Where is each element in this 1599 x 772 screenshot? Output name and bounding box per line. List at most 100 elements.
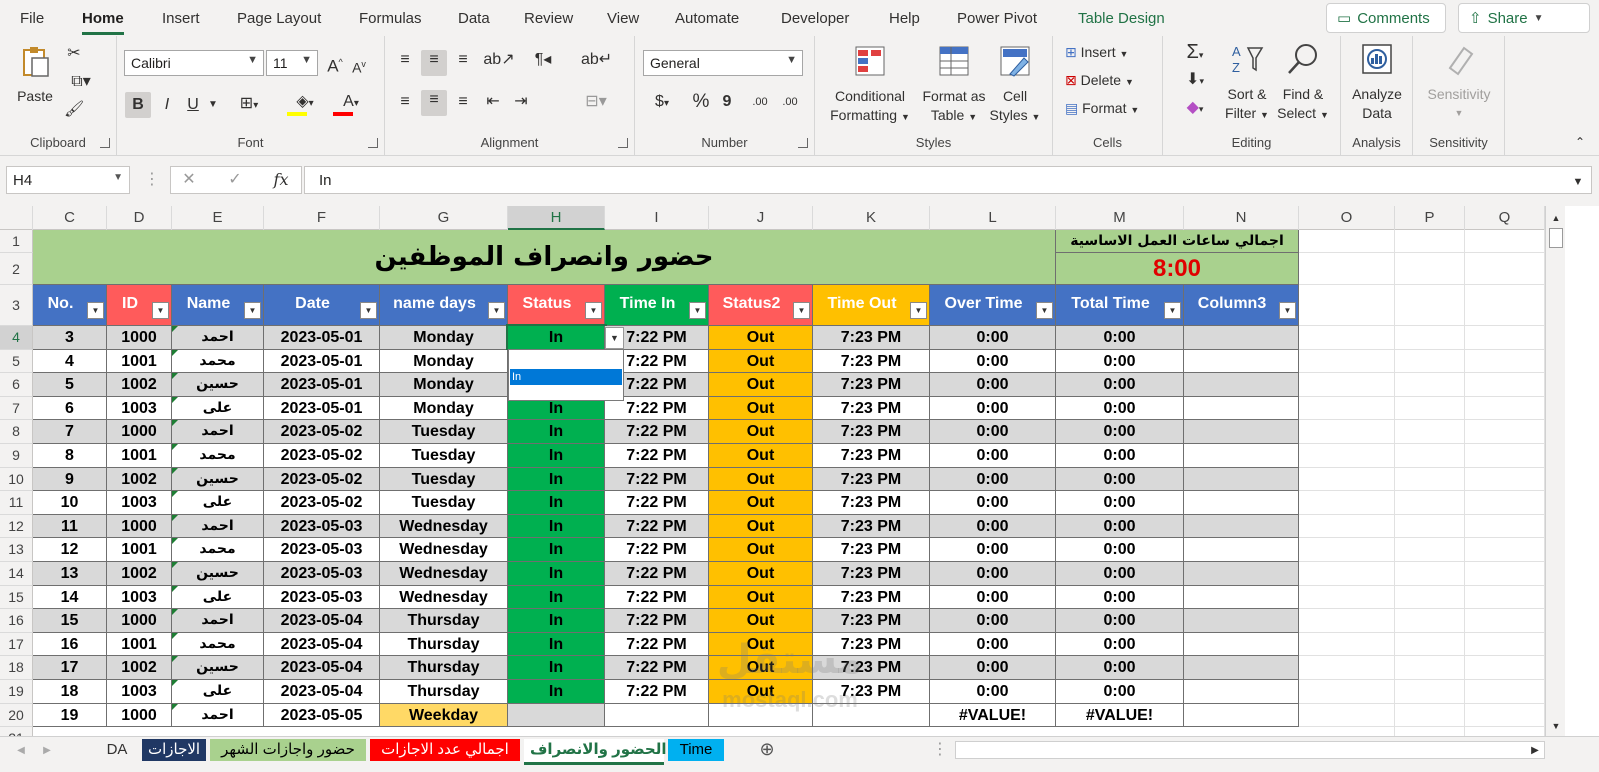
scroll-up-icon[interactable]: ▲: [1549, 208, 1563, 228]
align-right-icon[interactable]: ≡: [451, 92, 475, 112]
enter-icon[interactable]: ✓: [225, 170, 245, 190]
empty-cell[interactable]: [1465, 491, 1545, 515]
row-header-15[interactable]: 15: [0, 585, 33, 610]
cell-total-time[interactable]: 0:00: [1056, 396, 1184, 421]
ribbon-tab-file[interactable]: File: [20, 10, 44, 27]
filter-dropdown-button[interactable]: ▼: [1164, 302, 1181, 319]
ribbon-tab-developer[interactable]: Developer: [781, 10, 849, 27]
cell-status[interactable]: In: [508, 585, 605, 610]
cell-day-name[interactable]: Monday: [380, 373, 508, 397]
cell-column3[interactable]: [1184, 491, 1299, 515]
cell-no[interactable]: 10: [33, 491, 107, 515]
cell-total-time[interactable]: 0:00: [1056, 420, 1184, 444]
cell-date[interactable]: 2023-05-02: [264, 467, 380, 492]
cancel-icon[interactable]: ✕: [179, 170, 199, 190]
merge-center-icon[interactable]: ⊟▾: [581, 92, 611, 112]
cell-total-time[interactable]: 0:00: [1056, 467, 1184, 492]
underline-button[interactable]: U: [183, 95, 203, 115]
cell-over-time[interactable]: 0:00: [930, 562, 1056, 586]
cell-id[interactable]: 1003: [107, 396, 172, 421]
currency-icon[interactable]: $▾: [645, 92, 679, 114]
empty-cell[interactable]: [1465, 632, 1545, 657]
ribbon-tab-automate[interactable]: Automate: [675, 10, 739, 27]
empty-cell[interactable]: [1395, 253, 1465, 285]
column-header-k[interactable]: K: [813, 206, 930, 230]
cell-status[interactable]: In: [508, 514, 605, 539]
row-header-12[interactable]: 12: [0, 514, 33, 539]
cell-total-time[interactable]: 0:00: [1056, 538, 1184, 562]
cell-column3[interactable]: [1184, 703, 1299, 728]
cell-time-out[interactable]: 7:23 PM: [813, 514, 930, 539]
cell-status[interactable]: In: [508, 680, 605, 704]
cell-time-out[interactable]: 7:23 PM: [813, 420, 930, 444]
cell-id[interactable]: 1002: [107, 562, 172, 586]
cell-time-out[interactable]: [813, 703, 930, 728]
cell-name[interactable]: حسين: [172, 467, 264, 492]
cell-total-time[interactable]: 0:00: [1056, 585, 1184, 610]
cell-date[interactable]: 2023-05-04: [264, 609, 380, 633]
cell-status[interactable]: In: [508, 609, 605, 633]
name-box[interactable]: H4 ▼: [6, 166, 130, 194]
cell-name[interactable]: على: [172, 396, 264, 421]
cell-time-in[interactable]: 7:22 PM: [605, 680, 709, 704]
empty-cell[interactable]: [1299, 538, 1395, 562]
cell-date[interactable]: 2023-05-05: [264, 703, 380, 728]
next-sheet-icon[interactable]: ▶: [40, 741, 54, 761]
ribbon-tab-formulas[interactable]: Formulas: [359, 10, 422, 27]
empty-cell[interactable]: [1299, 230, 1395, 253]
cell-time-out[interactable]: 7:23 PM: [813, 396, 930, 421]
cell-total-time[interactable]: 0:00: [1056, 349, 1184, 374]
cell-column3[interactable]: [1184, 420, 1299, 444]
empty-cell[interactable]: [1299, 420, 1395, 444]
cell-over-time[interactable]: 0:00: [930, 349, 1056, 374]
cell-column3[interactable]: [1184, 444, 1299, 468]
empty-cell[interactable]: [1299, 349, 1395, 374]
cell-id[interactable]: 1001: [107, 349, 172, 374]
empty-cell[interactable]: [1395, 444, 1465, 468]
shrink-font-icon[interactable]: Av: [349, 54, 369, 78]
italic-button[interactable]: I: [157, 95, 177, 115]
cell-status2[interactable]: Out: [709, 326, 813, 350]
row-header-14[interactable]: 14: [0, 562, 33, 586]
delete-cells-button[interactable]: ⊠ Delete ▼: [1065, 72, 1134, 89]
cell-id[interactable]: 1000: [107, 420, 172, 444]
cell-time-out[interactable]: 7:23 PM: [813, 632, 930, 657]
cell-status[interactable]: In: [508, 491, 605, 515]
empty-cell[interactable]: [1395, 326, 1465, 350]
column-header-m[interactable]: M: [1056, 206, 1184, 230]
cell-id[interactable]: 1003: [107, 585, 172, 610]
cell-name[interactable]: محمد: [172, 538, 264, 562]
cell-status2[interactable]: Out: [709, 349, 813, 374]
align-middle-icon[interactable]: ≡: [421, 50, 447, 76]
cell-no[interactable]: 4: [33, 349, 107, 374]
sort-filter-button[interactable]: AZ Sort & Filter ▼: [1221, 42, 1273, 125]
cell-day-name[interactable]: Thursday: [380, 632, 508, 657]
format-as-table-button[interactable]: Format as Table ▼: [919, 44, 989, 127]
cell-day-name[interactable]: Thursday: [380, 609, 508, 633]
cell-over-time[interactable]: 0:00: [930, 585, 1056, 610]
wrap-text-icon[interactable]: ab↵: [581, 50, 612, 70]
cell-date[interactable]: 2023-05-03: [264, 514, 380, 539]
empty-cell[interactable]: [1465, 609, 1545, 633]
cell-total-time[interactable]: 0:00: [1056, 562, 1184, 586]
column-header-e[interactable]: E: [172, 206, 264, 230]
empty-cell[interactable]: [1299, 467, 1395, 492]
fill-color-icon[interactable]: ◈▾: [285, 92, 325, 114]
dropdown-option[interactable]: In: [510, 369, 622, 385]
cell-time-in[interactable]: 7:22 PM: [605, 609, 709, 633]
cell-id[interactable]: 1002: [107, 656, 172, 680]
cell-date[interactable]: 2023-05-01: [264, 349, 380, 374]
ribbon-tab-power-pivot[interactable]: Power Pivot: [957, 10, 1037, 27]
insert-function-icon[interactable]: fx: [269, 170, 293, 190]
share-button[interactable]: ⇧ Share ▼: [1458, 3, 1590, 33]
filter-dropdown-button[interactable]: ▼: [689, 302, 706, 319]
cell-status2[interactable]: Out: [709, 396, 813, 421]
cell-date[interactable]: 2023-05-04: [264, 656, 380, 680]
cell-over-time[interactable]: 0:00: [930, 467, 1056, 492]
empty-cell[interactable]: [1465, 703, 1545, 728]
cell-no[interactable]: 8: [33, 444, 107, 468]
sheet-tab[interactable]: Time: [668, 739, 724, 761]
cell-id[interactable]: 1001: [107, 632, 172, 657]
cell-date[interactable]: 2023-05-03: [264, 538, 380, 562]
empty-cell[interactable]: [1299, 326, 1395, 350]
